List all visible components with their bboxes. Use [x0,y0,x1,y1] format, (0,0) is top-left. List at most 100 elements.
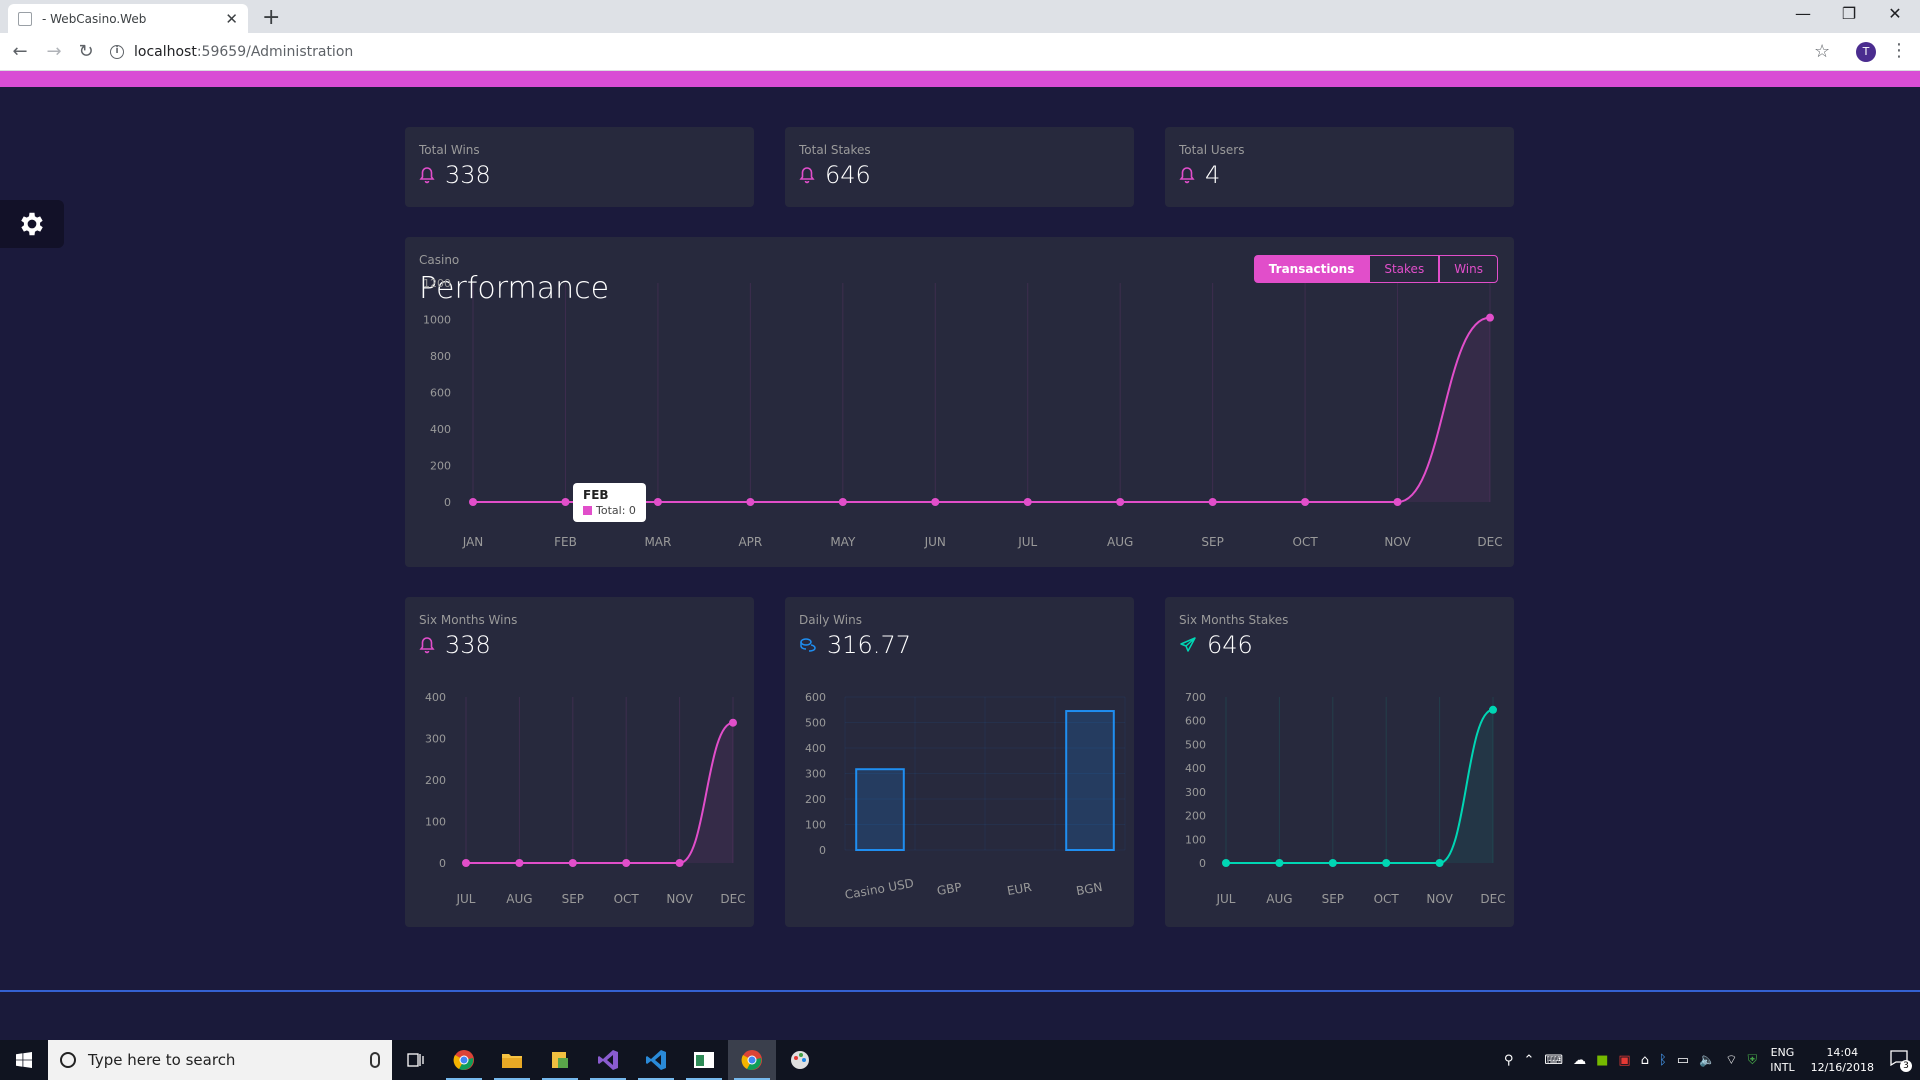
tooltip-swatch [583,506,592,515]
search-placeholder: Type here to search [88,1051,236,1069]
y-tick-label: 1000 [423,314,451,327]
notes-app-icon [552,1052,568,1068]
data-point[interactable] [653,498,662,506]
action-center-button[interactable]: 3 [1890,1050,1912,1072]
app-tray-icon[interactable]: ▣ [1618,1053,1630,1068]
stat-value: 338 [445,161,491,189]
data-point[interactable] [622,859,631,867]
windows-logo-icon [16,1052,32,1068]
profile-avatar[interactable]: T [1856,42,1876,62]
task-view-icon [407,1053,424,1067]
language-indicator[interactable]: ENG INTL [1770,1045,1794,1075]
people-icon[interactable]: ⚲ [1504,1053,1514,1068]
back-icon[interactable]: ← [8,41,32,62]
reload-icon[interactable]: ↻ [74,41,98,62]
start-button[interactable] [0,1040,48,1080]
taskbar-vscode[interactable] [632,1040,680,1080]
data-point[interactable] [1301,498,1310,506]
y-tick-label: 600 [805,691,826,704]
data-point[interactable] [462,859,470,867]
y-tick-label: 0 [439,857,446,870]
nvidia-icon[interactable]: ■ [1596,1053,1608,1068]
url-input[interactable]: i localhost:59659/Administration [110,38,1820,66]
battery-icon[interactable]: ▭ [1677,1053,1689,1068]
data-point[interactable] [1275,859,1284,867]
info-icon[interactable]: i [110,45,124,59]
cortana-icon [60,1052,76,1068]
data-point[interactable] [746,498,755,506]
usb-icon[interactable]: ⌂ [1641,1053,1649,1068]
clock-time: 14:04 [1826,1046,1859,1059]
taskbar-visual-studio[interactable] [584,1040,632,1080]
settings-button[interactable] [0,200,64,248]
taskbar-chrome[interactable] [440,1040,488,1080]
bar[interactable] [855,768,905,851]
x-tick-label: NOV [666,892,693,906]
data-point[interactable] [469,498,477,506]
minimize-icon[interactable]: — [1780,4,1826,23]
clock[interactable]: 14:04 12/16/2018 [1811,1045,1874,1075]
browser-tab-bar: - WebCasino.Web ✕ + — ❐ ✕ [0,0,1920,33]
taskbar-app-notes[interactable] [536,1040,584,1080]
data-point[interactable] [729,718,737,727]
y-tick-label: 100 [425,816,446,829]
y-tick-label: 500 [1185,738,1206,751]
x-tick-label: NOV [1426,892,1453,906]
clock-date: 12/16/2018 [1810,1061,1874,1074]
taskbar-chrome-active[interactable] [728,1040,776,1080]
data-point[interactable] [561,498,570,506]
bluetooth-icon[interactable]: ᛒ [1659,1053,1667,1068]
data-point[interactable] [568,859,577,867]
page-favicon-icon [18,11,32,26]
taskbar-app-paint[interactable] [776,1040,824,1080]
task-view-button[interactable] [392,1040,440,1080]
browser-menu-icon[interactable]: ⋮ [1890,40,1908,61]
windows-taskbar: Type here to search ⚲ ⌃ ⌨ ☁ ■ ▣ ⌂ ᛒ ▭ 🔈 … [0,1040,1920,1080]
microphone-icon[interactable] [370,1052,380,1068]
data-point[interactable] [1023,498,1032,506]
data-point[interactable] [931,498,940,506]
taskbar-app-window[interactable] [680,1040,728,1080]
data-point[interactable] [1435,859,1444,867]
data-point[interactable] [1489,705,1497,714]
x-tick-label: JUL [1017,535,1037,549]
close-window-icon[interactable]: ✕ [1872,4,1918,23]
data-point[interactable] [1393,498,1402,506]
tab-close-icon[interactable]: ✕ [225,10,238,28]
data-point[interactable] [838,498,847,506]
series-area [466,722,733,863]
forward-icon[interactable]: → [42,41,66,62]
notification-count: 3 [1900,1060,1912,1072]
new-tab-icon[interactable]: + [262,5,280,30]
data-point[interactable] [1208,498,1217,506]
stat-label: Total Wins [419,143,480,157]
browser-tab[interactable]: - WebCasino.Web ✕ [8,4,248,33]
chevron-up-icon[interactable]: ⌃ [1523,1053,1534,1068]
data-point[interactable] [1222,859,1230,867]
security-icon[interactable]: ⛨ [1748,1053,1758,1068]
bookmark-star-icon[interactable]: ☆ [1814,41,1830,62]
taskbar-file-explorer[interactable] [488,1040,536,1080]
data-point[interactable] [675,859,684,867]
data-point[interactable] [1486,313,1494,322]
language-code: ENG [1770,1046,1795,1059]
x-tick-label: APR [738,535,762,549]
volume-icon[interactable]: 🔈 [1699,1053,1715,1068]
chrome-icon [453,1050,474,1070]
taskbar-search[interactable]: Type here to search [48,1040,392,1080]
x-tick-label: NOV [1384,535,1411,549]
cloud-icon[interactable]: ☁ [1573,1053,1586,1068]
data-point[interactable] [515,859,524,867]
x-tick-label: SEP [562,892,584,906]
y-tick-label: 700 [1185,691,1206,704]
y-tick-label: 800 [430,350,451,363]
data-point[interactable] [1328,859,1337,867]
data-point[interactable] [1116,498,1125,506]
wifi-icon[interactable]: ⌔ [1725,1052,1737,1068]
restore-icon[interactable]: ❐ [1826,4,1872,23]
daily-wins-chart: 0 100 200 300 400 500 600 Casino USD GBP EUR BGN [805,691,1126,902]
data-point[interactable] [1382,859,1391,867]
keyboard-icon[interactable]: ⌨ [1544,1053,1563,1068]
bar[interactable] [1065,710,1115,852]
stat-label: Total Users [1179,143,1245,157]
